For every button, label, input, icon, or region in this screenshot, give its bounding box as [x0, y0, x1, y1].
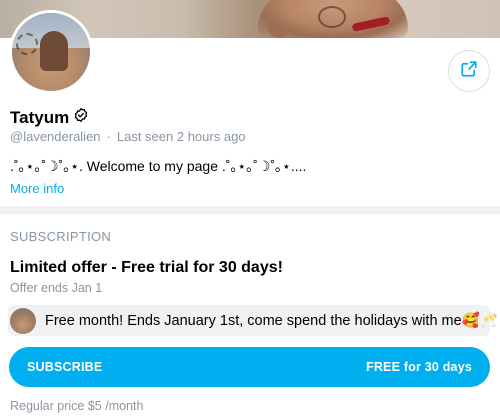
profile-meta: @lavenderalien · Last seen 2 hours ago	[10, 129, 246, 144]
more-info-link[interactable]: More info	[10, 181, 64, 196]
promo-message-text: Free month! Ends January 1st, come spend…	[45, 313, 498, 329]
regular-price-text: Regular price $5 /month	[10, 399, 144, 413]
avatar-pattern	[16, 33, 38, 55]
cover-tattoo-shape	[318, 6, 346, 28]
verified-badge-icon	[73, 107, 89, 128]
share-button[interactable]	[448, 50, 490, 92]
subscribe-label: SUBSCRIBE	[27, 360, 103, 374]
meta-separator: ·	[106, 129, 111, 144]
subscribe-price: FREE for 30 days	[365, 360, 472, 374]
section-divider	[0, 206, 500, 214]
profile-name: Tatyum	[10, 107, 70, 127]
avatar-person	[40, 31, 68, 71]
subscribe-button[interactable]: SUBSCRIBE FREE for 30 days	[9, 347, 490, 387]
last-seen-text: Last seen 2 hours ago	[116, 129, 246, 144]
profile-handle[interactable]: @lavenderalien	[10, 129, 101, 144]
offer-ends-text: Offer ends Jan 1	[10, 281, 103, 295]
profile-name-row: Tatyum	[10, 107, 89, 128]
share-icon	[460, 60, 478, 83]
promo-message-box: Free month! Ends January 1st, come spend…	[8, 305, 498, 336]
promo-avatar	[10, 307, 36, 334]
profile-bio: .˚｡⋆｡˚☽˚｡⋆. Welcome to my page .˚｡⋆｡˚☽˚｡…	[10, 158, 307, 174]
offer-title: Limited offer - Free trial for 30 days!	[10, 259, 283, 276]
subscription-heading: SUBSCRIPTION	[10, 229, 112, 244]
avatar[interactable]	[9, 10, 93, 94]
